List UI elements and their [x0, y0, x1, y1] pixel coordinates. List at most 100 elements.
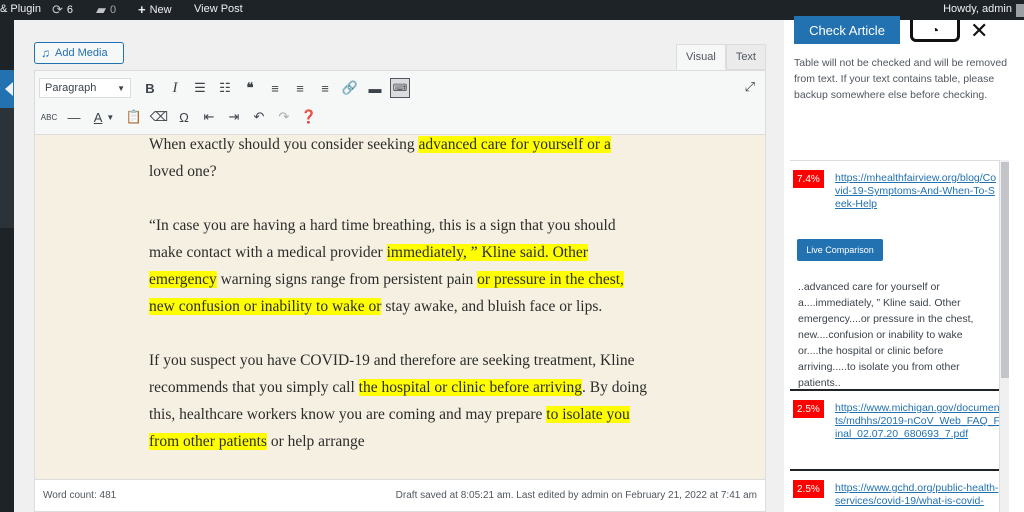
align-center-icon: ≡: [296, 80, 304, 96]
add-media-button[interactable]: ♫ Add Media: [34, 42, 124, 64]
align-left-icon: ≡: [271, 80, 279, 96]
redo-icon: ↷: [278, 109, 290, 124]
outdent-button[interactable]: ⇤: [199, 107, 219, 127]
plus-icon: +: [138, 2, 146, 17]
paste-text-button[interactable]: 📋: [124, 107, 144, 127]
content-paragraph: When exactly should you consider seeking…: [149, 135, 649, 185]
numbered-list-button[interactable]: ☷: [215, 78, 235, 98]
paragraph-text: loved one?: [149, 163, 217, 180]
text-color-button[interactable]: A ▼: [89, 107, 119, 127]
indent-button[interactable]: ⇥: [224, 107, 244, 127]
strikethrough-button[interactable]: ABC: [39, 107, 59, 127]
fullscreen-button[interactable]: ⤢: [745, 79, 755, 95]
avatar[interactable]: [1016, 4, 1024, 17]
align-right-button[interactable]: ≡: [315, 78, 335, 98]
match-percent: 2.5%: [793, 480, 824, 498]
chevron-down-icon: ▼: [106, 112, 115, 122]
updates-link[interactable]: ⟳ 6: [52, 3, 73, 16]
align-left-button[interactable]: ≡: [265, 78, 285, 98]
special-character-button[interactable]: Ω: [174, 107, 194, 127]
table-notice: Table will not be checked and will be re…: [794, 57, 1008, 101]
help-button[interactable]: ❓: [299, 107, 319, 127]
content-paragraph: If you suspect you have COVID-19 and the…: [149, 347, 649, 455]
indent-icon: ⇥: [228, 109, 240, 124]
new-label: New: [149, 3, 172, 16]
read-more-icon: ▬: [368, 80, 382, 96]
add-media-label: Add Media: [55, 47, 108, 59]
view-post-label: View Post: [194, 3, 243, 15]
omega-icon: Ω: [179, 109, 189, 125]
align-center-button[interactable]: ≡: [290, 78, 310, 98]
expand-icon: ⤢: [744, 79, 755, 94]
tab-text[interactable]: Text: [725, 44, 766, 70]
paragraph-text: or help arrange: [266, 433, 365, 450]
paragraph-text: stay awake, and bluish face or lips.: [381, 298, 603, 315]
clipboard-icon: 📋: [125, 109, 143, 124]
match-excerpt: ..advanced care for yourself or a....imm…: [798, 281, 974, 389]
bullet-list-button[interactable]: ☰: [190, 78, 210, 98]
admin-menu-submenu: [0, 108, 14, 228]
clear-formatting-button[interactable]: ⌫: [149, 107, 169, 127]
highlighted-match: the hospital or clinic before arriving: [358, 379, 583, 396]
comments-count: 0: [110, 3, 117, 16]
match-percent: 7.4%: [793, 170, 824, 188]
strikethrough-icon: ABC: [40, 112, 58, 122]
new-content-link[interactable]: + New: [138, 3, 172, 16]
read-more-button[interactable]: ▬: [365, 78, 385, 98]
post-content[interactable]: When exactly should you consider seeking…: [149, 135, 649, 479]
scrollbar-thumb[interactable]: [1001, 162, 1009, 378]
tools-icon: ✕: [970, 18, 989, 43]
site-name-label: & Plugin: [0, 3, 41, 15]
italic-icon: I: [172, 79, 178, 96]
post-editor: ♫ Add Media Visual Text Paragraph ▼ B I …: [34, 42, 766, 512]
word-count: Word count: 481: [43, 490, 117, 501]
editor-tabs: Visual Text: [676, 44, 766, 70]
view-post-link[interactable]: View Post: [194, 3, 243, 15]
align-right-icon: ≡: [321, 80, 329, 96]
highlighted-match: advanced care for yourself or a: [418, 136, 611, 153]
link-icon: 🔗: [341, 80, 359, 95]
outdent-icon: ⇤: [203, 109, 215, 124]
draft-status: Draft saved at 8:05:21 am. Last edited b…: [395, 490, 757, 501]
editor-box: Paragraph ▼ B I ☰ ☷ ❝ ≡ ≡ ≡ 🔗 ▬ ⌨ ABC — …: [34, 70, 766, 512]
editor-statusbar: Word count: 481 Draft saved at 8:05:21 a…: [35, 479, 765, 511]
result-url-link[interactable]: https://www.michigan.gov/documents/mdhhs…: [835, 402, 1000, 441]
toolbar-toggle-button[interactable]: ⌨: [390, 78, 410, 98]
numbered-list-icon: ☷: [219, 80, 231, 95]
paragraph-text: warning signs range from persistent pain: [216, 271, 478, 288]
comment-icon: ▰: [96, 2, 106, 17]
menu-pointer-icon: [5, 82, 13, 96]
paragraph-text: When exactly should you consider seeking: [149, 136, 419, 153]
format-select[interactable]: Paragraph ▼: [39, 78, 131, 98]
site-name-link[interactable]: & Plugin: [0, 3, 41, 15]
results-list: 7.4% https://mhealthfairview.org/blog/Co…: [790, 160, 1000, 512]
horizontal-line-button[interactable]: —: [64, 107, 84, 127]
redo-button[interactable]: ↷: [274, 107, 294, 127]
result-url-link[interactable]: https://mhealthfairview.org/blog/Covid-1…: [835, 172, 1000, 211]
gauge-icon: ◔: [910, 20, 960, 42]
plagiarism-checker-panel: Check Article ◔ ✕ Table will not be chec…: [784, 16, 1024, 512]
live-comparison-button[interactable]: Live Comparison: [797, 239, 883, 261]
chevron-down-icon: ▼: [117, 83, 125, 93]
undo-button[interactable]: ↶: [249, 107, 269, 127]
bold-button[interactable]: B: [140, 78, 160, 98]
editor-content-area[interactable]: When exactly should you consider seeking…: [35, 135, 765, 479]
bullet-list-icon: ☰: [194, 80, 206, 95]
tab-visual[interactable]: Visual: [676, 44, 726, 70]
check-article-button[interactable]: Check Article: [794, 16, 900, 44]
results-scrollbar[interactable]: [999, 160, 1009, 512]
match-percent: 2.5%: [793, 400, 824, 418]
text-color-icon: A: [93, 109, 103, 125]
admin-menu: [0, 20, 14, 512]
content-paragraph: “In case you are having a hard time brea…: [149, 212, 649, 320]
account-link[interactable]: Howdy, admin: [943, 3, 1012, 15]
format-select-value: Paragraph: [45, 82, 97, 94]
bold-icon: B: [145, 80, 155, 96]
keyboard-icon: ⌨: [392, 82, 408, 94]
undo-icon: ↶: [253, 109, 265, 124]
italic-button[interactable]: I: [165, 78, 185, 98]
result-url-link[interactable]: https://www.gchd.org/public-health-servi…: [835, 482, 1000, 508]
comments-link[interactable]: ▰ 0: [96, 3, 116, 16]
insert-link-button[interactable]: 🔗: [340, 78, 360, 98]
blockquote-button[interactable]: ❝: [240, 78, 260, 98]
